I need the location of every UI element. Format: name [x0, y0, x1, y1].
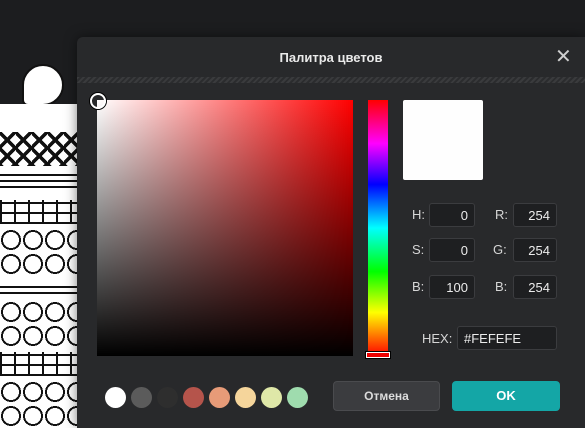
ok-button[interactable]: OK [452, 381, 560, 411]
swatch-white[interactable] [105, 387, 126, 408]
h-label: H: [412, 207, 425, 222]
g-label: G: [493, 242, 507, 257]
saturation-brightness-area[interactable] [90, 93, 353, 356]
swatch-dark-gray[interactable] [157, 387, 178, 408]
dialog-titlebar[interactable]: Палитра цветов ✕ [77, 37, 585, 79]
circle-pattern [0, 380, 80, 428]
color-preview [403, 100, 483, 180]
swatch-light-lime[interactable] [261, 387, 282, 408]
b-input[interactable]: 100 [429, 275, 475, 299]
r-input[interactable]: 254 [513, 203, 557, 227]
speech-bubble-shape[interactable] [22, 64, 64, 106]
hue-slider-handle[interactable] [366, 352, 390, 358]
titlebar-divider [77, 77, 585, 83]
r-label: R: [495, 207, 508, 222]
circle-pattern [0, 228, 80, 278]
swatch-gray[interactable] [131, 387, 152, 408]
blue-label: B: [495, 279, 508, 294]
circle-pattern [0, 300, 80, 348]
swatch-salmon[interactable] [209, 387, 230, 408]
swatch-peach[interactable] [235, 387, 256, 408]
block-pattern [0, 352, 80, 376]
g-input[interactable]: 254 [513, 238, 557, 262]
sv-cursor-handle[interactable] [90, 93, 106, 109]
color-picker-dialog: Палитра цветов ✕ H: 0 S: 0 B: 100 R: 254… [77, 37, 585, 428]
line-pattern [0, 174, 80, 188]
h-input[interactable]: 0 [429, 203, 475, 227]
b-label: B: [412, 279, 425, 294]
block-pattern [0, 200, 80, 224]
hex-input[interactable]: #FEFEFE [457, 326, 557, 350]
close-icon[interactable]: ✕ [555, 47, 572, 67]
blue-input[interactable]: 254 [513, 275, 557, 299]
s-label: S: [412, 242, 425, 257]
cancel-button[interactable]: Отмена [333, 381, 440, 411]
swatch-brick-red[interactable] [183, 387, 204, 408]
dialog-title: Палитра цветов [279, 50, 383, 65]
hex-label: HEX: [422, 331, 453, 346]
swatch-mint[interactable] [287, 387, 308, 408]
line-pattern [0, 284, 80, 294]
s-input[interactable]: 0 [429, 238, 475, 262]
hue-slider[interactable] [366, 100, 390, 358]
zigzag-pattern [0, 132, 80, 166]
